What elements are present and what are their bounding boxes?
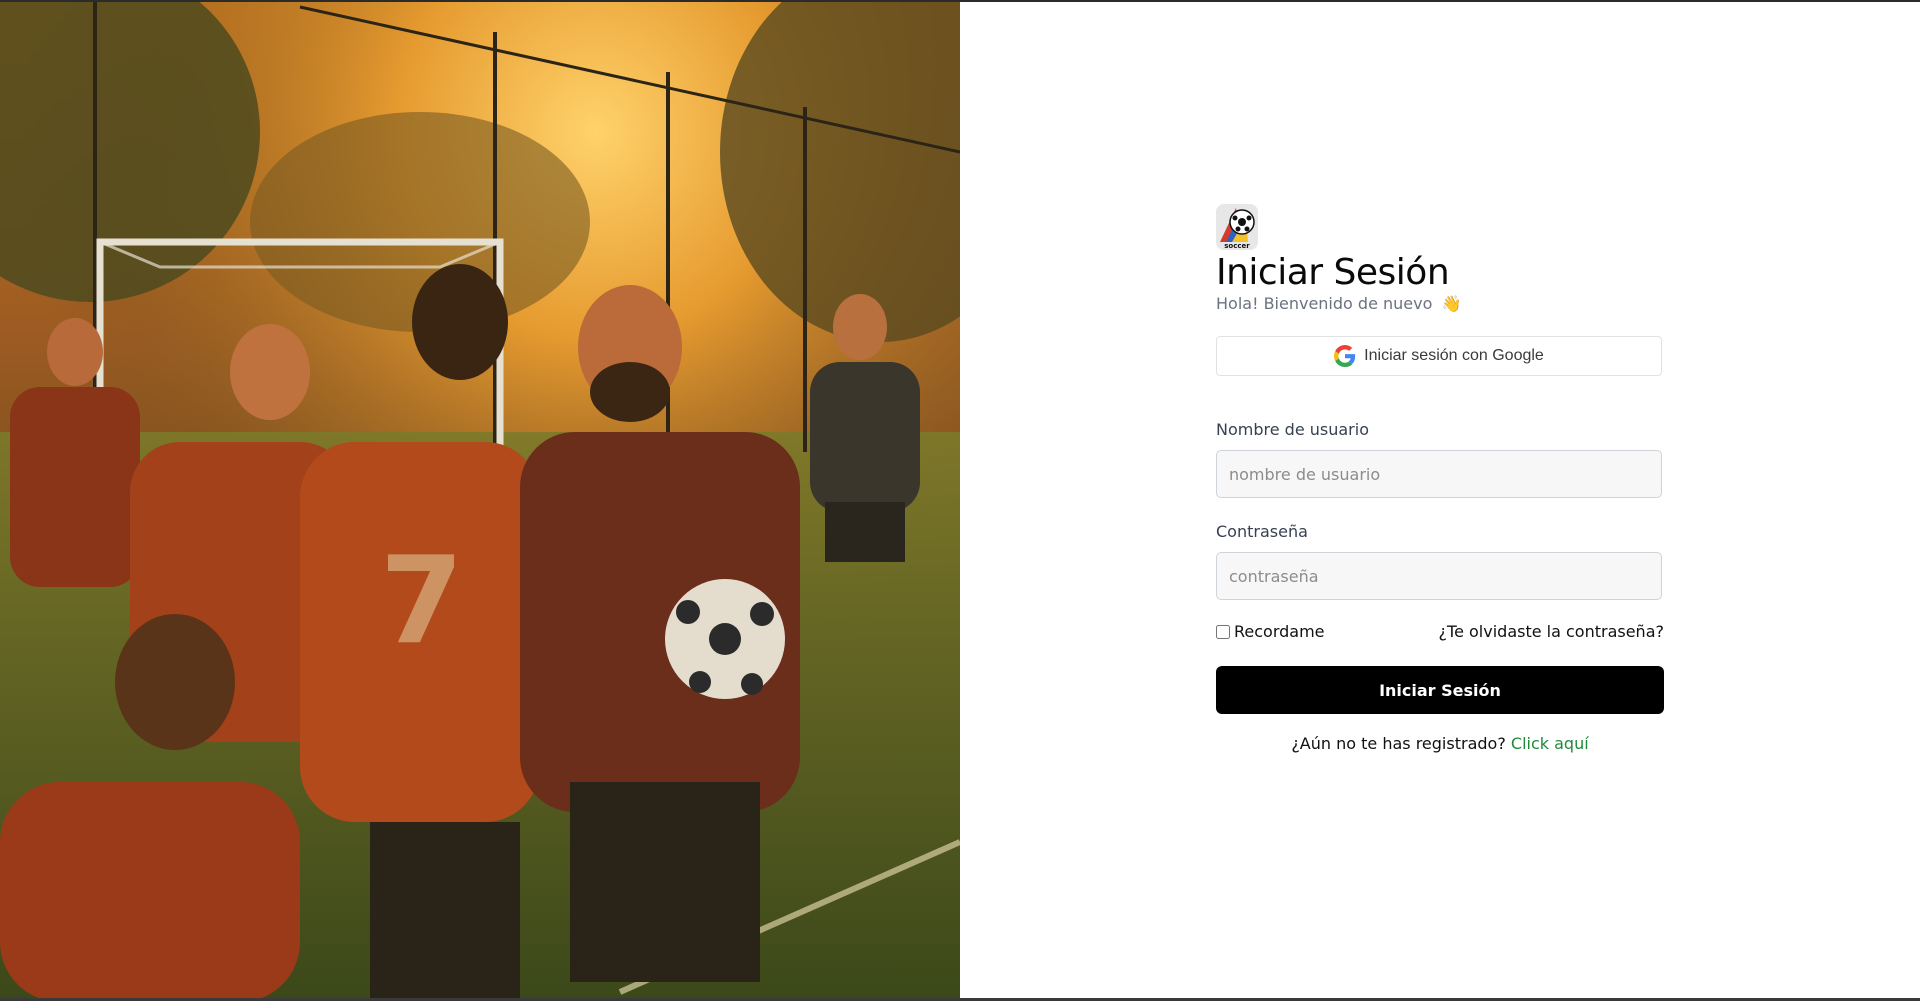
register-text: ¿Aún no te has registrado? — [1291, 734, 1506, 753]
remember-checkbox[interactable] — [1216, 624, 1230, 639]
remember-label: Recordame — [1234, 622, 1325, 641]
page-title: Iniciar Sesión — [1216, 252, 1450, 293]
welcome-subtitle: Hola! Bienvenido de nuevo 👋 — [1216, 294, 1461, 313]
username-label: Nombre de usuario — [1216, 420, 1369, 439]
username-input[interactable] — [1216, 450, 1662, 498]
register-link[interactable]: Click aquí — [1511, 734, 1589, 753]
remember-me[interactable]: Recordame — [1216, 622, 1325, 641]
password-input[interactable] — [1216, 552, 1662, 600]
password-label: Contraseña — [1216, 522, 1308, 541]
hero-illustration: 7 — [0, 2, 960, 998]
google-icon — [1334, 345, 1356, 367]
waving-hand-icon: 👋 — [1441, 294, 1462, 313]
login-submit-button[interactable]: Iniciar Sesión — [1216, 666, 1664, 714]
hero-image: 7 — [0, 2, 960, 998]
app-logo: soccer — [1216, 204, 1258, 250]
forgot-password-link[interactable]: ¿Te olvidaste la contraseña? — [1439, 622, 1664, 641]
welcome-text: Hola! Bienvenido de nuevo — [1216, 294, 1433, 313]
svg-text:7: 7 — [380, 532, 464, 671]
soccer-ball-logo-icon: soccer — [1220, 208, 1255, 250]
svg-text:soccer: soccer — [1224, 242, 1250, 250]
google-signin-label: Iniciar sesión con Google — [1364, 347, 1544, 364]
google-signin-button[interactable]: Iniciar sesión con Google — [1216, 336, 1662, 376]
register-prompt: ¿Aún no te has registrado? Click aquí — [1216, 734, 1664, 753]
